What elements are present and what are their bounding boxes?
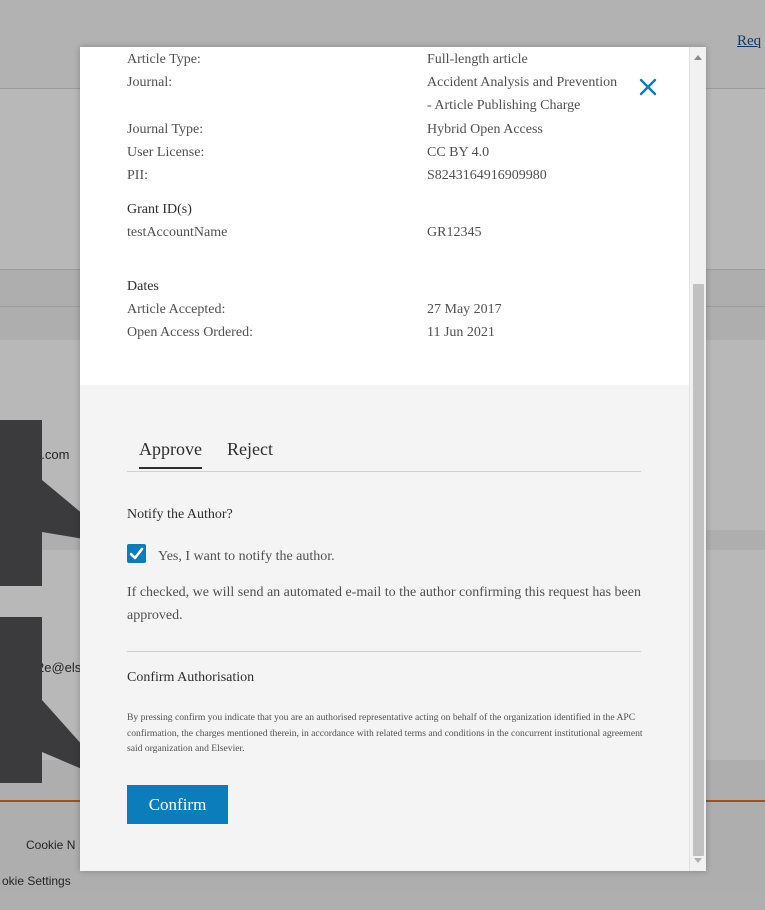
confirm-button[interactable]: Confirm (127, 785, 228, 824)
notify-author-checkbox[interactable] (127, 544, 146, 563)
journal-type-label: Journal Type: (127, 122, 204, 137)
scroll-up-icon[interactable] (694, 55, 702, 60)
check-icon (129, 547, 144, 560)
dates-heading: Dates (127, 279, 159, 294)
grant-heading: Grant ID(s) (127, 202, 192, 217)
grant-id-value: GR12345 (427, 225, 482, 240)
confirm-authorisation-heading: Confirm Authorisation (127, 670, 255, 685)
annotation-callout-confirm (0, 617, 42, 783)
close-icon (639, 78, 657, 96)
close-button[interactable] (636, 75, 660, 99)
article-details-panel: Article Type: Full-length article Journa… (80, 47, 689, 385)
journal-type-value: Hybrid Open Access (427, 122, 543, 137)
pii-value: S8243164916909980 (427, 168, 547, 183)
grant-account-name: testAccountName (127, 225, 228, 240)
annotation-callout-notify (0, 420, 42, 586)
article-accepted-label: Article Accepted: (127, 302, 226, 317)
modal-scrollbar[interactable] (689, 47, 706, 871)
tab-approve[interactable]: Approve (139, 439, 202, 469)
open-access-ordered-value: 11 Jun 2021 (427, 325, 495, 340)
notify-author-info: If checked, we will send an automated e-… (127, 585, 641, 623)
user-license-value: CC BY 4.0 (427, 145, 490, 160)
approval-tabs: Approve Reject (127, 439, 641, 472)
scroll-down-icon[interactable] (694, 858, 702, 863)
journal-value-line2: - Article Publishing Charge (427, 98, 581, 113)
scrollbar-thumb[interactable] (693, 284, 704, 856)
tab-reject[interactable]: Reject (227, 439, 273, 460)
user-license-label: User License: (127, 145, 205, 160)
journal-value: Accident Analysis and Prevention (427, 75, 618, 90)
pii-label: PII: (127, 168, 148, 183)
confirm-disclaimer: By pressing confirm you indicate that yo… (127, 712, 643, 754)
approval-modal: Article Type: Full-length article Journa… (80, 47, 706, 871)
notify-author-checkbox-label[interactable]: Yes, I want to notify the author. (158, 549, 335, 565)
open-access-ordered-label: Open Access Ordered: (127, 325, 253, 340)
article-accepted-value: 27 May 2017 (427, 302, 502, 317)
article-type-value: Full-length article (427, 52, 528, 67)
journal-label: Journal: (127, 75, 173, 90)
article-type-label: Article Type: (127, 52, 201, 67)
section-divider (127, 651, 641, 652)
notify-author-heading: Notify the Author? (127, 507, 233, 522)
